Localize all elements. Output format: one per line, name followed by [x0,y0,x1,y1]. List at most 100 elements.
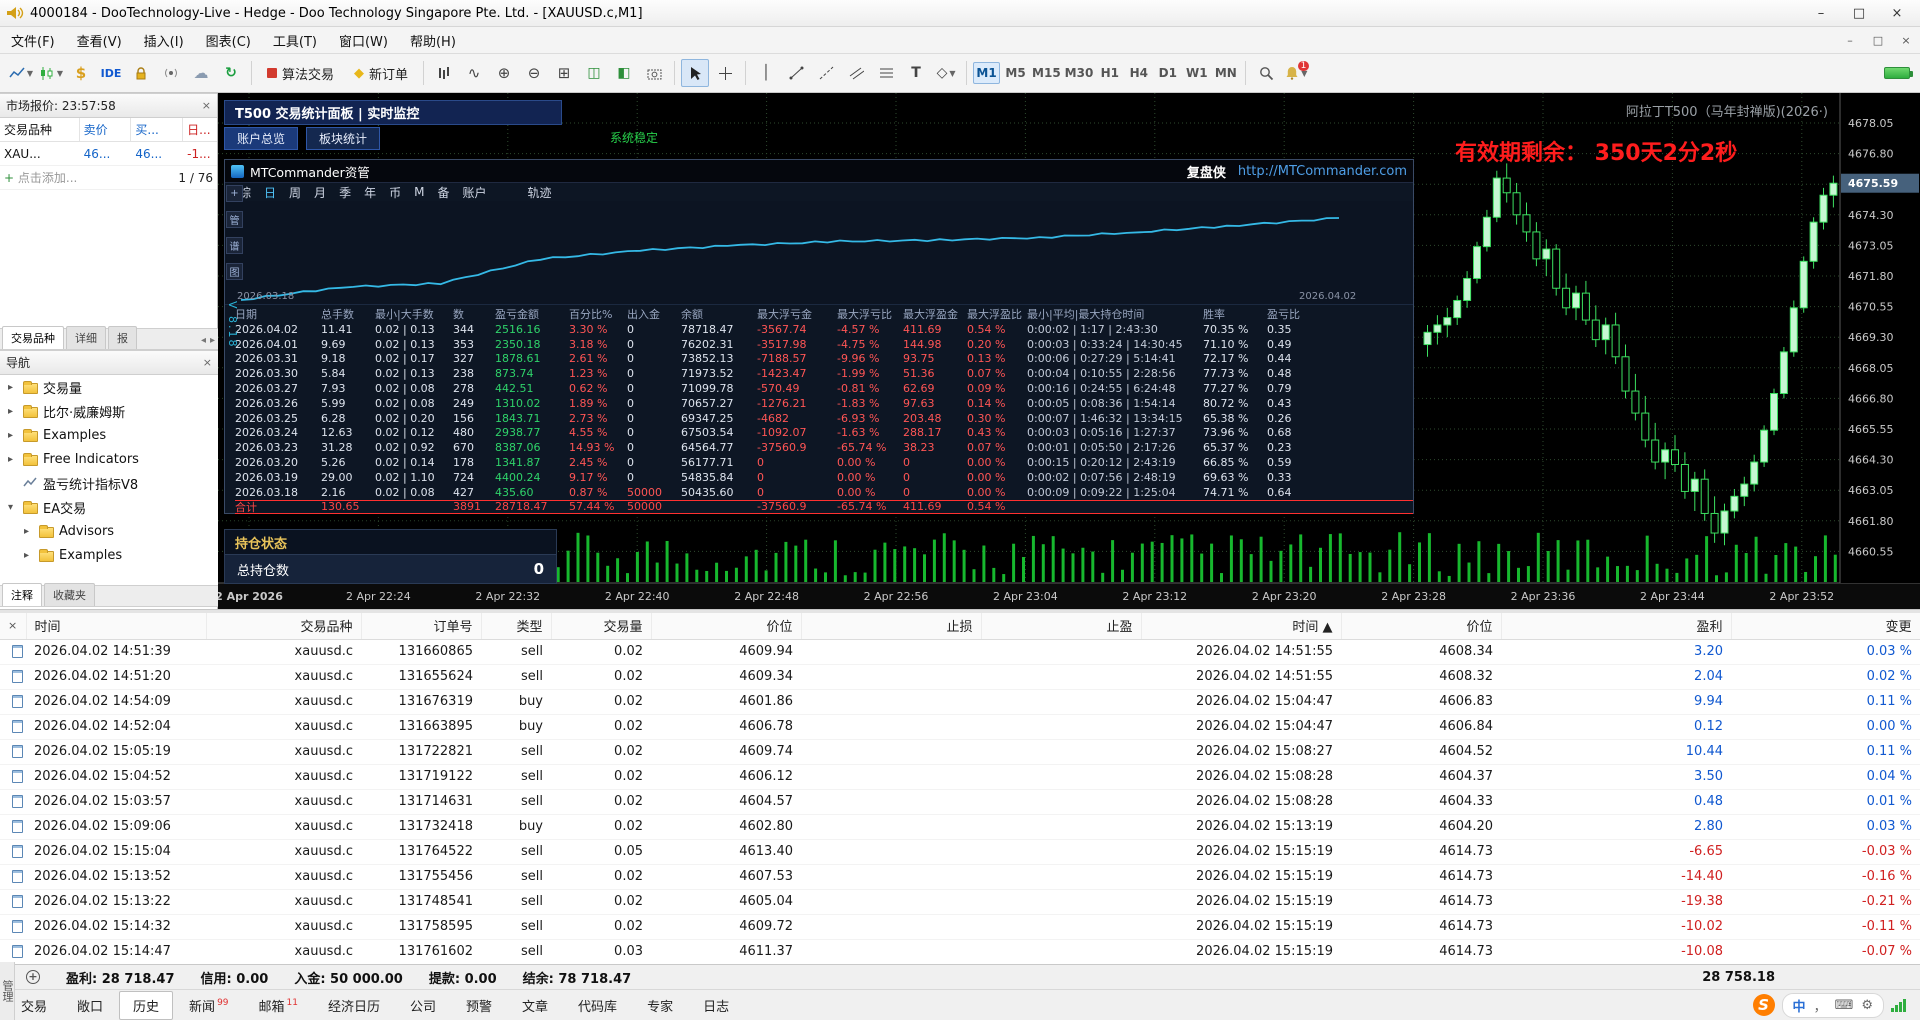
dock-vertical-tab[interactable]: 管理 [0,962,15,1020]
chart-type-button[interactable]: ▼ [7,59,35,87]
timeframe-H1[interactable]: H1 [1096,62,1123,84]
history-col-1[interactable]: 交易品种 [206,613,362,640]
mdi-minimize-icon[interactable]: – [1836,29,1864,51]
ray-tool-button[interactable] [812,59,840,87]
mtcommander-window[interactable]: MTCommander资管 复盘侠 http://MTCommander.com… [224,159,1414,515]
stats-nav-月[interactable]: 月 [314,184,326,201]
stats-nav-日[interactable]: 日 [264,184,276,201]
bottom-tab-敞口[interactable]: 敞口 [63,991,117,1020]
language-mode-icon[interactable]: 中 [1793,996,1806,1015]
menu-item-4[interactable]: 工具(T) [262,27,328,53]
vline-tool-button[interactable]: │ [752,59,780,87]
stats-nav-账户[interactable]: 账户 [462,184,486,201]
history-col-10[interactable]: 盈利 [1501,613,1732,640]
deposit-button[interactable]: $ [67,59,95,87]
history-row[interactable]: 2026.04.02 15:15:04 xauusd.c 131764522 sell… [0,839,1920,865]
tab-注释[interactable]: 注释 [2,583,42,606]
mdi-close-icon[interactable]: × [1892,29,1920,51]
tree-item-Free Indicators[interactable]: ▸ Free Indicators [0,447,218,471]
keyboard-icon[interactable]: ⌨ [1835,998,1854,1013]
input-method-logo-icon[interactable]: S [1752,994,1775,1016]
line-mode-button[interactable]: ∿ [460,59,488,87]
bottom-tab-新闻[interactable]: 新闻 99 [175,991,242,1020]
t500-tab-sector-stats[interactable]: 板块统计 [306,127,381,150]
tree-item-Examples[interactable]: ▸ Examples [0,543,218,567]
stats-nav-币[interactable]: 币 [389,184,401,201]
history-close-icon[interactable]: × [8,619,17,632]
mdi-restore-icon[interactable]: □ [1864,29,1892,51]
zoom-in-button[interactable]: ⊕ [490,59,518,87]
bars-mode-button[interactable] [430,59,458,87]
crosshair-tool-button[interactable] [711,59,739,87]
timeframe-H4[interactable]: H4 [1125,62,1152,84]
timeframe-W1[interactable]: W1 [1183,62,1210,84]
history-col-2[interactable]: 订单号 [361,613,482,640]
auto-scroll-button[interactable]: ◫ [580,59,608,87]
market-watch-header[interactable]: 市场报价: 23:57:58 × [0,93,217,118]
tab-收藏夹[interactable]: 收藏夹 [44,583,95,606]
menu-item-1[interactable]: 查看(V) [66,27,133,53]
cursor-tool-button[interactable] [681,59,710,87]
bottom-tab-经济日历[interactable]: 经济日历 [314,991,394,1020]
history-col-11[interactable]: 变更 [1731,613,1920,640]
tree-item-Advisors[interactable]: ▸ Advisors [0,519,218,543]
bottom-tab-专家[interactable]: 专家 [633,991,687,1020]
menu-item-0[interactable]: 文件(F) [0,27,66,53]
history-row[interactable]: 2026.04.02 14:51:20 xauusd.c 131655624 sell… [0,664,1920,690]
history-row[interactable]: 2026.04.02 15:05:19 xauusd.c 131722821 sell… [0,739,1920,765]
stats-nav-M[interactable]: M [414,185,424,199]
chart-window[interactable]: 4678.05 4676.80 4674.30 4673.05 4671.80 4670.… [218,93,1920,609]
broadcast-button[interactable] [157,59,185,87]
history-row[interactable]: 2026.04.02 14:51:39 xauusd.c 131660865 sell… [0,639,1920,665]
menu-item-2[interactable]: 插入(I) [133,27,195,53]
refresh-button[interactable]: ↻ [217,59,245,87]
watermark-url[interactable]: http://MTCommander.com [1238,164,1407,179]
tree-item-EA交易[interactable]: ▾ EA交易 [0,495,218,519]
fibonacci-tool-button[interactable] [872,59,900,87]
panel-side-button-0[interactable]: + [226,185,243,202]
history-col-7[interactable]: 止盈 [981,613,1142,640]
tabs-right-icon[interactable]: ▸ [210,335,215,346]
notifications-button[interactable]: 1 ▼ [1282,59,1310,87]
trendline-tool-button[interactable] [782,59,810,87]
tab-详细[interactable]: 详细 [66,326,106,349]
new-order-button[interactable]: ◆ 新订单 [345,59,417,87]
tree-item-比尔·威廉姆斯[interactable]: ▸ 比尔·威廉姆斯 [0,399,218,423]
timeframe-M1[interactable]: M1 [973,62,1001,84]
navigator-header[interactable]: 导航 × [0,350,218,375]
bottom-tab-代码库[interactable]: 代码库 [564,991,631,1020]
history-row[interactable]: 2026.04.02 15:03:57 xauusd.c 131714631 sell… [0,789,1920,815]
menu-item-6[interactable]: 帮助(H) [399,27,467,53]
navigator-close-icon[interactable]: × [203,356,212,369]
tabs-left-icon[interactable]: ◂ [201,335,206,346]
shapes-tool-button[interactable]: ◇ ▼ [932,59,960,87]
mtcommander-title-bar[interactable]: MTCommander资管 复盘侠 http://MTCommander.com [225,160,1413,183]
history-row[interactable]: 2026.04.02 14:52:04 xauusd.c 131663895 buy 0… [0,714,1920,740]
history-row[interactable]: 2026.04.02 15:13:22 xauusd.c 131748541 sell… [0,889,1920,915]
history-row[interactable]: 2026.04.02 15:14:47 xauusd.c 131761602 sell… [0,939,1920,965]
tab-交易品种[interactable]: 交易品种 [2,326,64,349]
timeframe-M5[interactable]: M5 [1002,62,1029,84]
t500-tab-account-overview[interactable]: 账户总览 [224,127,299,150]
bottom-tab-历史[interactable]: 历史 [119,990,174,1020]
channel-tool-button[interactable] [842,59,870,87]
tree-item-Examples[interactable]: ▸ Examples [0,423,218,447]
tree-item-交易量[interactable]: ▸ 交易量 [0,375,218,399]
history-col-9[interactable]: 价位 [1341,613,1502,640]
candle-style-button[interactable]: ▼ [37,59,65,87]
algo-trading-button[interactable]: 算法交易 [258,59,343,87]
stats-nav-track[interactable]: 轨迹 [528,184,552,201]
history-row[interactable]: 2026.04.02 15:04:52 xauusd.c 131719122 sell… [0,764,1920,790]
cloud-button[interactable]: ☁ [187,59,215,87]
stats-nav-备[interactable]: 备 [437,184,449,201]
tile-windows-button[interactable]: ⊞ [550,59,578,87]
zoom-out-button[interactable]: ⊖ [520,59,548,87]
history-col-8[interactable]: 时间 ▲ [1141,613,1342,640]
search-button[interactable] [1252,59,1280,87]
history-row[interactable]: 2026.04.02 15:14:32 xauusd.c 131758595 sell… [0,914,1920,940]
stats-nav-年[interactable]: 年 [364,184,376,201]
stats-nav-周[interactable]: 周 [289,184,301,201]
punctuation-icon[interactable]: ， [1814,996,1827,1015]
market-watch-columns[interactable]: 交易品种 卖价 买... 日... [0,118,217,142]
bottom-tab-交易[interactable]: 交易 [7,991,61,1020]
